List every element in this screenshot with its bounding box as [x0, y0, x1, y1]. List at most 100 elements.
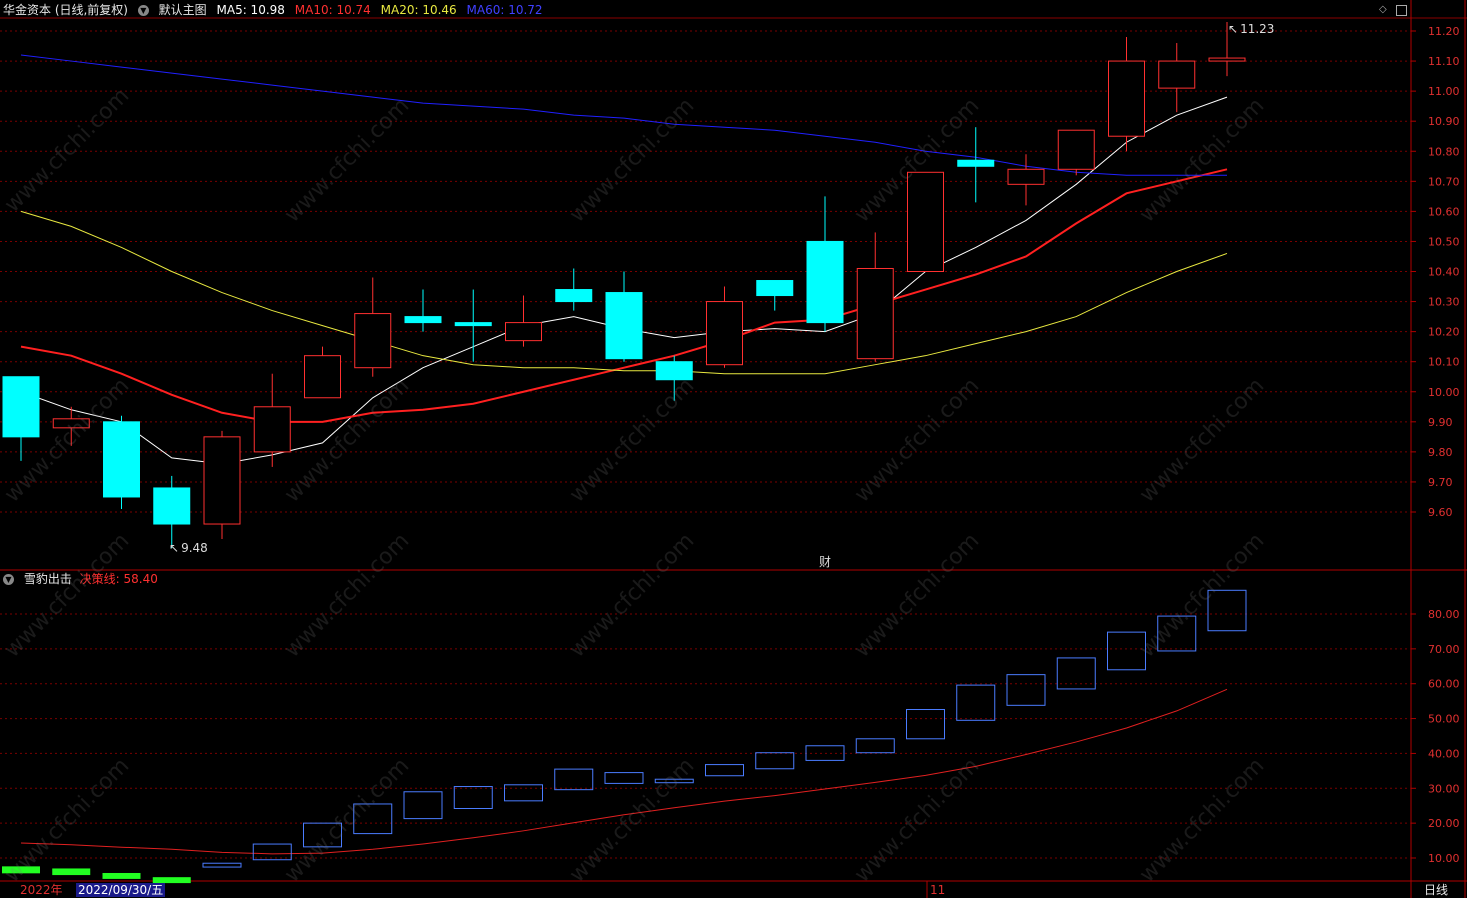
candle — [806, 196, 844, 332]
candle-body — [957, 159, 995, 167]
candle — [907, 171, 944, 272]
candle — [253, 373, 291, 467]
candle — [404, 289, 442, 332]
price-tick-label: 11.10 — [1428, 55, 1460, 68]
indicator-box — [855, 738, 895, 754]
chart-canvas[interactable]: 9.60 9.70 9.80 9.90 10.00 10.10 10.20 10.30 10.4… — [0, 0, 1467, 898]
price-tick-label: 10.90 — [1428, 115, 1460, 128]
price-tick-label: 10.70 — [1428, 175, 1460, 188]
stock-chart-window: 华金资本 (日线,前复权) ▼ 默认主图 MA5: 10.98 MA10: 10… — [0, 0, 1467, 898]
price-tick-label: 10.30 — [1428, 296, 1460, 309]
candle-body — [605, 292, 643, 360]
candle — [555, 268, 593, 311]
candle-body — [806, 240, 844, 324]
price-tick-label: 11.00 — [1428, 85, 1460, 98]
indicator-bar-green — [52, 868, 91, 876]
candle — [153, 475, 191, 549]
candle-body — [1108, 60, 1145, 137]
indicator-box — [353, 803, 393, 835]
price-tick-label: 10.20 — [1428, 326, 1460, 339]
candle — [1007, 154, 1045, 206]
candle-body — [253, 406, 291, 453]
indicator-box — [705, 764, 744, 777]
indicator-box — [755, 752, 795, 770]
candle-body — [354, 313, 392, 369]
indicator-box — [554, 768, 594, 791]
candle — [505, 295, 542, 347]
candle-body — [1158, 60, 1196, 89]
indicator-box — [906, 709, 945, 740]
candle-body — [856, 267, 894, 360]
price-tick-label: 10.50 — [1428, 235, 1460, 248]
price-tick-label: 10.80 — [1428, 145, 1460, 158]
indicator-tick-label: 80.00 — [1428, 608, 1460, 621]
candle-body — [304, 355, 341, 399]
candle-body — [555, 289, 593, 303]
high-price-marker: ↖ 11.23 — [1228, 22, 1275, 36]
candle — [706, 286, 743, 368]
candle — [304, 346, 341, 399]
candle-body — [454, 322, 492, 327]
low-price-marker: ↖ 9.48 — [169, 541, 208, 555]
candle — [1158, 43, 1196, 113]
candle-body — [655, 361, 693, 381]
price-tick-label: 11.20 — [1428, 25, 1460, 38]
price-tick-label: 9.70 — [1428, 476, 1453, 489]
candle-body — [1208, 57, 1246, 62]
indicator-box — [1207, 589, 1247, 632]
date-cursor-label: 2022/09/30/五 — [76, 883, 166, 897]
indicator-tick-label: 70.00 — [1428, 643, 1460, 656]
indicator-box — [202, 862, 242, 868]
price-tick-label: 9.90 — [1428, 416, 1453, 429]
price-tick-label: 10.10 — [1428, 356, 1460, 369]
indicator-box — [956, 684, 996, 721]
year-label: 2022年 — [20, 883, 63, 897]
indicator-box — [504, 784, 543, 802]
candle — [203, 430, 241, 540]
candle — [454, 289, 492, 362]
indicator-box — [303, 822, 342, 848]
candle — [2, 376, 40, 461]
candle — [856, 232, 894, 362]
ma60-line — [20, 54, 1227, 176]
indicator-tick-label: 10.00 — [1428, 852, 1460, 865]
indicator-bar-green — [2, 866, 40, 874]
indicator-tick-label: 20.00 — [1428, 817, 1460, 830]
indicator-box — [252, 843, 292, 861]
price-tick-label: 10.40 — [1428, 266, 1460, 279]
candle-body — [706, 301, 743, 366]
indicator-bar-green — [102, 872, 141, 879]
price-tick-label: 10.60 — [1428, 205, 1460, 218]
candle — [655, 355, 693, 401]
candle — [605, 271, 643, 362]
candle-body — [1007, 168, 1045, 185]
candle-body — [52, 418, 90, 429]
candle-body — [2, 376, 40, 438]
candle-body — [203, 436, 241, 525]
period-daily-button[interactable]: 日线 — [1424, 883, 1448, 897]
finance-event-marker[interactable]: 财 — [819, 554, 831, 570]
candle-body — [404, 316, 442, 324]
candle — [103, 415, 140, 509]
candle — [957, 127, 995, 203]
indicator-tick-label: 60.00 — [1428, 678, 1460, 691]
candle — [756, 280, 794, 311]
candle-body — [103, 421, 140, 498]
indicator-box — [1107, 631, 1146, 671]
candle-body — [153, 487, 191, 525]
candle-body — [907, 171, 944, 272]
candle — [1108, 37, 1145, 152]
price-tick-label: 9.80 — [1428, 446, 1453, 459]
candle — [1057, 129, 1095, 176]
indicator-box — [403, 791, 443, 820]
indicator-tick-label: 50.00 — [1428, 713, 1460, 726]
indicator-box — [654, 778, 694, 784]
price-tick-label: 9.60 — [1428, 506, 1453, 519]
candle-body — [1057, 129, 1095, 170]
candle-body — [756, 280, 794, 297]
decision-line — [20, 688, 1228, 855]
indicator-tick-label: 30.00 — [1428, 782, 1460, 795]
month-label: 11 — [930, 883, 946, 897]
indicator-box — [1157, 615, 1197, 652]
indicator-tick-label: 40.00 — [1428, 747, 1460, 760]
